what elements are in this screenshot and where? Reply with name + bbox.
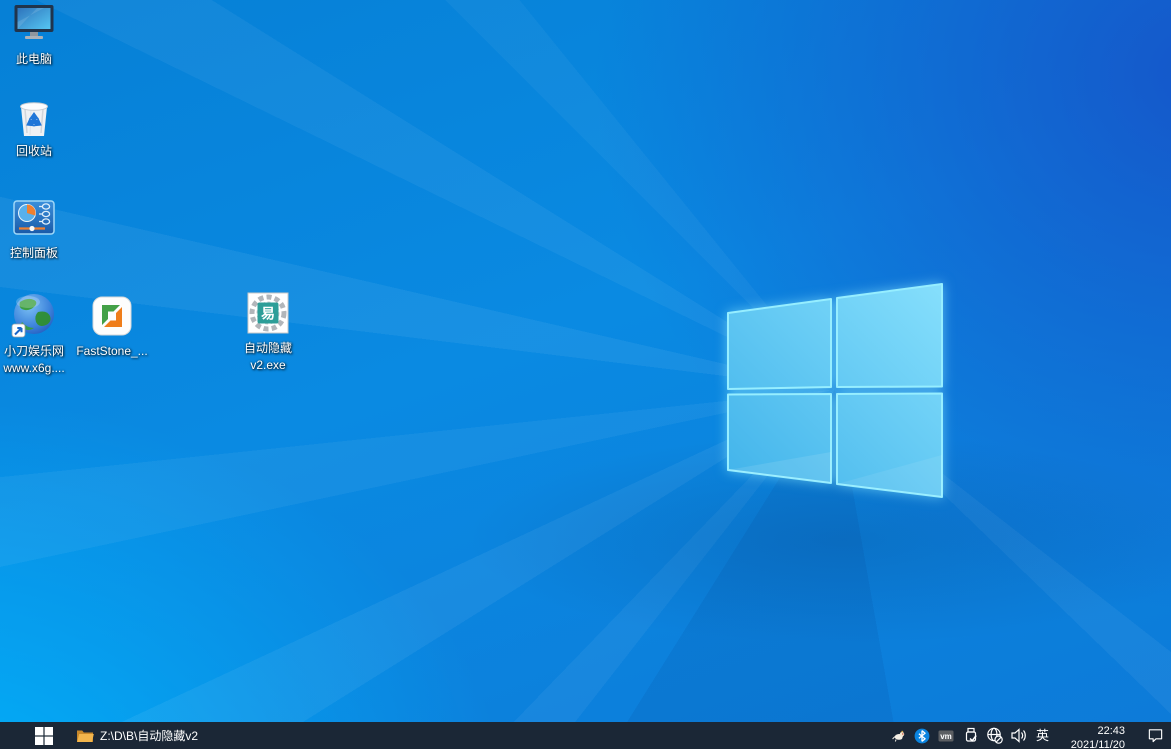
desktop-icon-xiaodao-shortcut[interactable]: 小刀娱乐网 www.x6g.... [0,292,72,377]
desktop-icon-recycle-bin[interactable]: 回收站 [0,92,72,160]
faststone-icon [88,292,136,340]
volume-tray-icon[interactable] [1010,727,1027,744]
usb-device-tray-icon[interactable] [962,727,979,744]
vmware-tray-icon[interactable]: vm [938,727,955,744]
folder-icon [76,728,94,743]
easy-language-glyph: 易 [261,306,275,322]
action-center-icon[interactable] [1147,727,1164,744]
clock[interactable]: 22:43 2021/11/20 [1061,722,1125,749]
bluetooth-tray-icon[interactable] [914,727,931,744]
desktop-icon-label-line2: www.x6g.... [3,360,64,377]
taskbar: Z:\D\B\自动隐藏v2 [0,722,1171,749]
app-tray-icon[interactable] [890,727,907,744]
taskbar-button-folder-window[interactable]: Z:\D\B\自动隐藏v2 [68,722,208,749]
desktop-icon-label: 自动隐藏 [244,340,292,357]
taskbar-button-label: Z:\D\B\自动隐藏v2 [100,727,198,744]
desktop-icon-this-pc[interactable]: 此电脑 [0,0,72,68]
desktop-icon-control-panel[interactable]: 控制面板 [0,194,72,262]
desktop-icon-label: 控制面板 [10,245,58,262]
start-button[interactable] [20,722,68,749]
windows-logo-wallpaper [0,0,1171,749]
windows-start-icon [35,727,53,745]
input-method-indicator[interactable]: 英 [1034,722,1051,749]
desktop-icon-label: 此电脑 [16,51,52,68]
desktop-icon-label: FastStone_... [76,343,147,360]
system-tray: vm [890,722,1171,749]
globe-shortcut-icon [10,292,58,340]
desktop-icon-label: 回收站 [16,143,52,160]
control-panel-icon [10,194,58,242]
clock-time: 22:43 [1061,724,1125,738]
desktop-icon-label: 小刀娱乐网 [4,343,64,360]
desktop-icon-faststone[interactable]: FastStone_... [74,292,150,360]
recycle-bin-icon [10,92,58,140]
network-no-internet-tray-icon[interactable] [986,727,1003,744]
vmware-glyph: vm [941,732,953,741]
desktop-icon-autohide-exe[interactable]: 易 自动隐藏 v2.exe [230,289,306,374]
windows-desktop: 此电脑 回收站 [0,0,1171,749]
easy-language-exe-icon: 易 [244,289,292,337]
clock-date: 2021/11/20 [1061,738,1125,749]
this-pc-icon [10,0,58,48]
desktop-icon-label-line2: v2.exe [250,357,285,374]
